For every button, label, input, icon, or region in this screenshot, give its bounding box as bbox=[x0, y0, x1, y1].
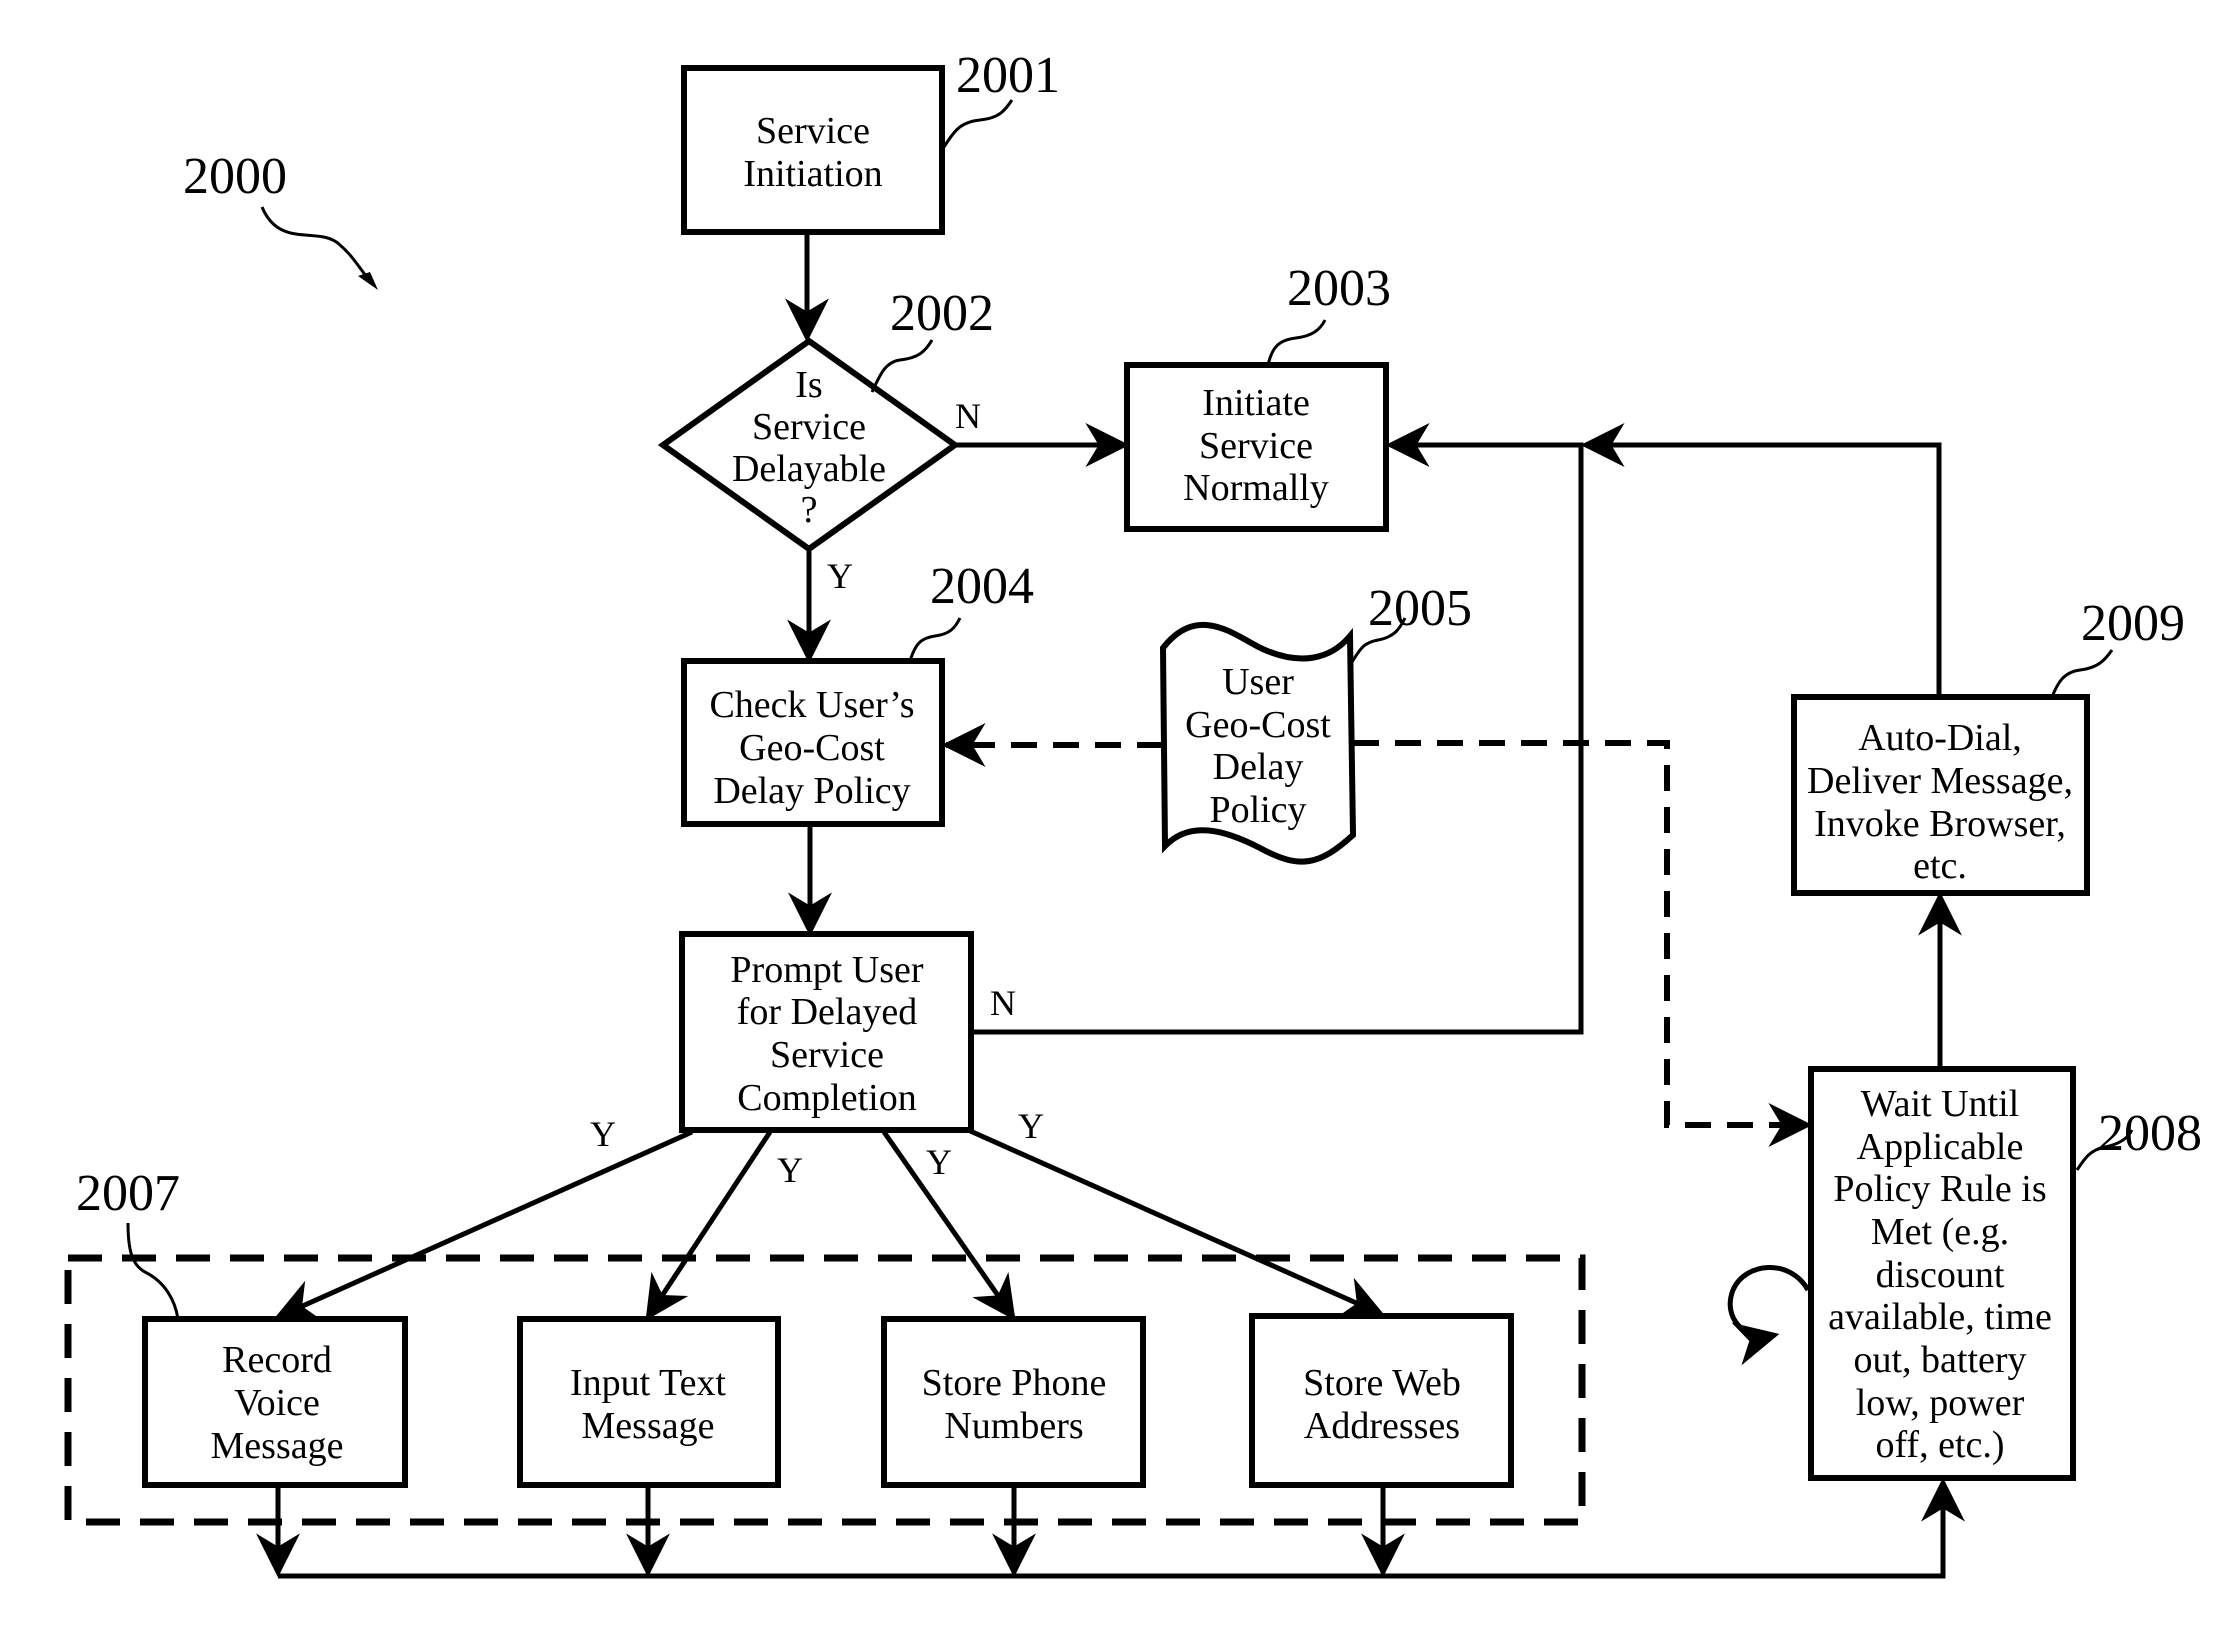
node-label-line: Deliver Message, bbox=[1807, 760, 2073, 802]
node-label-line: available, time bbox=[1828, 1296, 2052, 1338]
ref-label-2008: 2008 bbox=[2098, 1105, 2202, 1162]
ref-leader-2004 bbox=[908, 617, 962, 662]
ref-label-2004: 2004 bbox=[930, 558, 1034, 615]
edge-label-no: N bbox=[955, 396, 981, 436]
node-label-line: Message bbox=[211, 1425, 344, 1467]
node-label-line: Input Text bbox=[570, 1362, 726, 1404]
node-label-line: Normally bbox=[1183, 467, 1329, 509]
node-label-line: Applicable bbox=[1857, 1126, 2024, 1168]
node-label-line: Auto-Dial, bbox=[1858, 717, 2022, 759]
node-label-line: Numbers bbox=[944, 1405, 1083, 1447]
node-label-line: Geo-Cost bbox=[739, 727, 885, 769]
node-policy-document: User Geo-Cost Delay Policy bbox=[1159, 621, 1357, 865]
ref-label-2007: 2007 bbox=[76, 1165, 180, 1222]
edge-label-prompt-no: N bbox=[990, 983, 1016, 1023]
node-label-line: Delay bbox=[1213, 746, 1304, 788]
edge-label-yes-record: Y bbox=[590, 1114, 616, 1154]
node-label-line: Prompt User bbox=[730, 949, 924, 991]
edge-label-yes-web: Y bbox=[1018, 1106, 1044, 1146]
node-label-line: Policy Rule is bbox=[1833, 1168, 2046, 1210]
edge-2009-return bbox=[1580, 423, 1942, 697]
node-store-web-addresses: Store Web Addresses bbox=[1249, 1313, 1514, 1488]
node-service-initiation: Service Initiation bbox=[681, 65, 945, 235]
node-label-line: Check User’s bbox=[709, 684, 914, 726]
ref-label-2009: 2009 bbox=[2081, 595, 2185, 652]
node-label-line: low, power bbox=[1856, 1382, 2025, 1424]
node-label-line: Service bbox=[756, 110, 870, 152]
node-label-line: Addresses bbox=[1304, 1405, 1460, 1447]
node-label-line: Is bbox=[795, 364, 822, 406]
edge-prompt-web bbox=[966, 1127, 1386, 1318]
node-label-line: Delayable bbox=[732, 448, 886, 490]
ref-leader-2009 bbox=[2050, 649, 2114, 698]
node-label-line: Policy bbox=[1209, 789, 1306, 831]
node-store-phone-numbers: Store Phone Numbers bbox=[881, 1316, 1146, 1488]
node-label-line: Record bbox=[222, 1339, 332, 1381]
node-label-line: Store Phone bbox=[922, 1362, 1107, 1404]
node-label-line: Invoke Browser, bbox=[1814, 803, 2066, 845]
ref-leader-2001 bbox=[940, 99, 1014, 151]
node-label-line: Voice bbox=[234, 1382, 320, 1424]
node-decision-delayable: Is Service Delayable ? bbox=[657, 337, 961, 553]
node-record-voice-message: Record Voice Message bbox=[142, 1316, 408, 1488]
node-label-line: Service bbox=[752, 406, 866, 448]
node-initiate-service-normally: Initiate Service Normally bbox=[1124, 362, 1389, 532]
edge-prompt-input bbox=[645, 1130, 773, 1321]
node-auto-dial-deliver: Auto-Dial, Deliver Message, Invoke Brows… bbox=[1791, 694, 2090, 896]
node-label-line: discount bbox=[1876, 1254, 2005, 1296]
figure-ref-arrowhead bbox=[358, 272, 378, 290]
node-wait-until-policy-met: Wait Until Applicable Policy Rule is Met… bbox=[1808, 1066, 2076, 1481]
node-label-line: ? bbox=[801, 489, 818, 531]
node-label-line: for Delayed bbox=[737, 991, 917, 1033]
node-label-line: User bbox=[1222, 661, 1294, 703]
node-check-geo-cost-policy: Check User’s Geo-Cost Delay Policy bbox=[681, 658, 945, 827]
node-label-line: Geo-Cost bbox=[1185, 704, 1331, 746]
ref-leader-2002 bbox=[870, 339, 934, 393]
node-label-line: Completion bbox=[737, 1077, 916, 1119]
node-label-line: etc. bbox=[1913, 845, 1967, 887]
node-prompt-delayed-completion: Prompt User for Delayed Service Completi… bbox=[679, 931, 974, 1133]
node-label-line: Met (e.g. bbox=[1871, 1211, 2009, 1253]
edge-prompt-record bbox=[273, 1129, 694, 1321]
flowchart-diagram: 2000 Service Initiation 2001 Is Service … bbox=[64, 47, 2202, 1579]
figure-ref-label: 2000 bbox=[183, 148, 287, 205]
node-label-line: Initiate bbox=[1202, 382, 1310, 424]
figure-ref-arrow bbox=[260, 206, 374, 285]
node-label-line: Initiation bbox=[743, 153, 882, 195]
self-loop-wait bbox=[1727, 1265, 1811, 1366]
ref-label-2002: 2002 bbox=[890, 285, 994, 342]
node-label-line: Store Web bbox=[1303, 1362, 1461, 1404]
ref-label-2001: 2001 bbox=[956, 47, 1060, 104]
edge-bus-to-wait bbox=[278, 1477, 1965, 1579]
ref-leader-2003 bbox=[1266, 319, 1327, 366]
ref-label-2003: 2003 bbox=[1287, 260, 1391, 317]
node-label-line: Message bbox=[582, 1405, 715, 1447]
node-input-text-message: Input Text Message bbox=[517, 1316, 781, 1488]
edge-label-yes-input: Y bbox=[777, 1150, 803, 1190]
edge-label-yes: Y bbox=[827, 556, 853, 596]
node-label-line: out, battery bbox=[1853, 1339, 2026, 1381]
node-label-line: Delay Policy bbox=[713, 770, 910, 812]
node-label-line: Wait Until bbox=[1861, 1083, 2019, 1125]
node-label-line: off, etc.) bbox=[1875, 1424, 2004, 1466]
edge-label-yes-phone: Y bbox=[926, 1142, 952, 1182]
node-label-line: Service bbox=[770, 1034, 884, 1076]
node-label-line: Service bbox=[1199, 425, 1313, 467]
ref-leader-2007 bbox=[126, 1222, 180, 1320]
ref-label-2005: 2005 bbox=[1368, 580, 1472, 637]
